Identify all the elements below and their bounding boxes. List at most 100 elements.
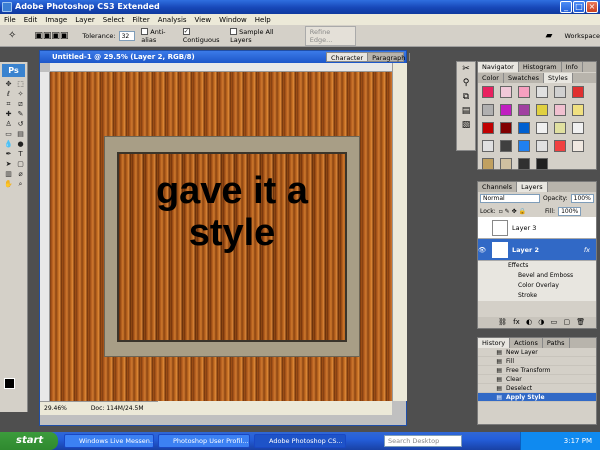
hand-tool-icon[interactable]: ✋ — [4, 180, 13, 188]
maximize-button[interactable]: □ — [573, 1, 585, 13]
menu-image[interactable]: Image — [45, 16, 67, 24]
effect-color-overlay[interactable]: Color Overlay — [508, 281, 596, 291]
eyedropper-tool-icon[interactable]: ⌀ — [16, 170, 25, 178]
tab-paths[interactable]: Paths — [543, 338, 570, 348]
task-photoshop-profile[interactable]: Photoshop User Profil... — [158, 434, 250, 448]
history-step[interactable]: ▤ Apply Style — [478, 393, 596, 402]
style-swatch[interactable] — [500, 104, 512, 116]
tab-color[interactable]: Color — [478, 73, 504, 83]
history-step[interactable]: ▤ Free Transform — [478, 366, 596, 375]
effects-row[interactable]: Effects — [508, 261, 596, 271]
blur-tool-icon[interactable]: 💧 — [4, 140, 13, 148]
menu-help[interactable]: Help — [255, 16, 271, 24]
style-swatch[interactable] — [482, 158, 494, 170]
tab-actions[interactable]: Actions — [510, 338, 543, 348]
bridge-icon[interactable]: ▰ — [546, 31, 553, 41]
style-swatch[interactable] — [482, 104, 494, 116]
tab-channels[interactable]: Channels — [478, 182, 518, 192]
shape-tool-icon[interactable]: ▢ — [16, 160, 25, 168]
style-swatch[interactable] — [572, 140, 584, 152]
style-swatch[interactable] — [500, 86, 512, 98]
vertical-scrollbar[interactable] — [392, 63, 407, 401]
history-step[interactable]: ▤ Deselect — [478, 384, 596, 393]
antialias-checkbox[interactable]: Anti-alias — [141, 28, 176, 44]
style-swatch[interactable] — [572, 104, 584, 116]
selection-mode-icon[interactable]: ▣▣▣▣ — [34, 31, 68, 41]
fill-input[interactable]: 100% — [558, 206, 582, 216]
style-swatch[interactable] — [500, 140, 512, 152]
search-desktop-input[interactable]: Search Desktop — [384, 435, 462, 447]
tab-paragraph[interactable]: Paragraph — [368, 53, 411, 62]
gradient-tool-icon[interactable]: ▤ — [16, 130, 25, 138]
lasso-tool-icon[interactable]: ℓ — [4, 90, 13, 98]
style-swatch[interactable] — [554, 122, 566, 134]
style-swatch[interactable] — [518, 122, 530, 134]
type-tool-icon[interactable]: T — [16, 150, 25, 158]
tab-navigator[interactable]: Navigator — [478, 62, 519, 72]
eraser-tool-icon[interactable]: ▭ — [4, 130, 13, 138]
brush-tool-icon[interactable]: ✎ — [16, 110, 25, 118]
task-messenger[interactable]: Windows Live Messen... — [64, 434, 154, 448]
menu-edit[interactable]: Edit — [24, 16, 38, 24]
layer-comps-icon[interactable]: ▤ — [457, 104, 475, 118]
style-swatch[interactable] — [500, 158, 512, 170]
style-swatch[interactable] — [518, 86, 530, 98]
style-swatch[interactable] — [482, 86, 494, 98]
canvas[interactable]: gave it a style — [50, 72, 392, 401]
stamp-tool-icon[interactable]: ♙ — [4, 120, 13, 128]
layers-footer-buttons[interactable]: ⛓ fx ◐ ◑ ▭ ▢ 🗑 — [478, 317, 596, 328]
path-select-icon[interactable]: ➤ — [4, 160, 13, 168]
tab-styles[interactable]: Styles — [544, 73, 573, 83]
menu-filter[interactable]: Filter — [132, 16, 149, 24]
style-swatch[interactable] — [482, 140, 494, 152]
style-swatch[interactable] — [536, 122, 548, 134]
crop-tool-icon[interactable]: ⌗ — [4, 100, 13, 108]
style-swatch[interactable] — [572, 122, 584, 134]
style-swatch[interactable] — [518, 158, 530, 170]
move-tool-icon[interactable]: ✥ — [4, 80, 13, 88]
lock-icons[interactable]: ▫ ✎ ✥ 🔒 — [499, 208, 526, 215]
magic-wand-icon[interactable]: ✧ — [8, 30, 16, 41]
effect-bevel-emboss[interactable]: Bevel and Emboss — [508, 271, 596, 281]
task-photoshop[interactable]: Adobe Photoshop CS... — [254, 434, 346, 448]
slice-tool-icon[interactable]: ⧄ — [16, 100, 25, 108]
zoom-tool-icon[interactable]: ⌕ — [16, 180, 25, 188]
menu-file[interactable]: File — [4, 16, 16, 24]
fx-icon[interactable]: fx — [584, 246, 590, 254]
tolerance-input[interactable]: 32 — [118, 30, 136, 41]
workspace-button[interactable]: Workspace — [564, 32, 600, 40]
style-swatch[interactable] — [500, 122, 512, 134]
foreground-color-swatch[interactable] — [4, 378, 15, 389]
history-brush-icon[interactable]: ↺ — [16, 120, 25, 128]
style-swatch[interactable] — [536, 104, 548, 116]
style-swatch[interactable] — [482, 122, 494, 134]
contiguous-checkbox[interactable]: ✓Contiguous — [182, 28, 224, 44]
marquee-tool-icon[interactable]: ⬚ — [16, 80, 25, 88]
blend-mode-select[interactable]: Normal — [480, 194, 540, 203]
sample-all-checkbox[interactable]: Sample All Layers — [230, 28, 291, 44]
layer-row-layer-3[interactable]: Layer 3 — [478, 217, 596, 239]
layer-row-layer-2[interactable]: 👁 Layer 2 fx — [478, 239, 596, 261]
pen-tool-icon[interactable]: ✒ — [4, 150, 13, 158]
tab-character[interactable]: Character — [327, 53, 369, 62]
tab-history[interactable]: History — [478, 338, 511, 348]
style-swatch[interactable] — [536, 140, 548, 152]
magic-wand-tool-icon[interactable]: ✧ — [16, 90, 25, 98]
clone-source-icon[interactable]: ⧉ — [457, 90, 475, 104]
notes-tool-icon[interactable]: ▥ — [4, 170, 13, 178]
notes-icon[interactable]: ▧ — [457, 118, 475, 132]
tab-histogram[interactable]: Histogram — [519, 62, 562, 72]
menu-select[interactable]: Select — [103, 16, 125, 24]
brushes-icon[interactable]: ⚲ — [457, 76, 475, 90]
start-button[interactable]: start — [0, 432, 58, 450]
zoom-level[interactable]: 29.46% — [44, 405, 67, 412]
tab-info[interactable]: Info — [562, 62, 583, 72]
tools-preset-icon[interactable]: ✂ — [457, 62, 475, 76]
history-step[interactable]: ▤ Fill — [478, 357, 596, 366]
style-swatch[interactable] — [536, 86, 548, 98]
menu-view[interactable]: View — [195, 16, 212, 24]
visibility-eye-icon[interactable]: 👁 — [478, 246, 492, 254]
horizontal-scrollbar[interactable] — [158, 401, 392, 415]
style-swatch[interactable] — [518, 140, 530, 152]
minimize-button[interactable]: _ — [560, 1, 572, 13]
